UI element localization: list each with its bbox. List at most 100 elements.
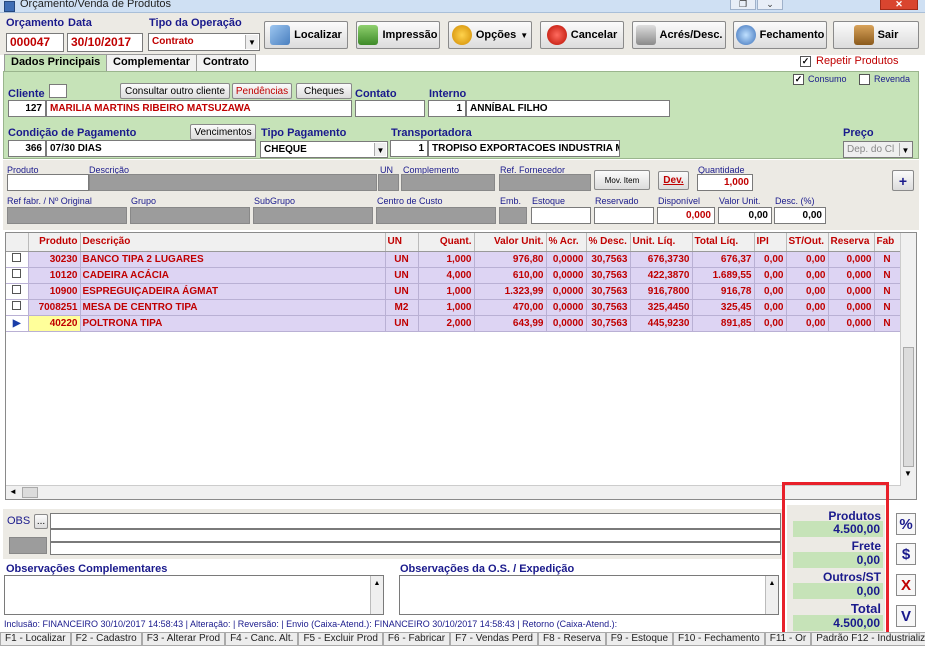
quantidade-field[interactable]: 1,000	[697, 174, 753, 191]
table-cell[interactable]: 325,4450	[630, 299, 693, 316]
table-cell[interactable]: 676,3730	[630, 251, 693, 268]
obs-line-3[interactable]	[50, 542, 781, 555]
table-cell[interactable]: 1.689,55	[692, 267, 755, 284]
tipo-pagamento-select[interactable]: CHEQUE ▼	[260, 141, 388, 158]
table-cell[interactable]: ESPREGUIÇADEIRA ÁGMAT	[80, 283, 386, 300]
table-cell[interactable]: 0,0000	[546, 299, 587, 316]
column-header[interactable]: Unit. Líq.	[630, 233, 693, 252]
textarea-scrollbar[interactable]: ▲▼	[370, 576, 383, 614]
close-icon[interactable]: ✕	[880, 0, 918, 10]
tab-dados-principais[interactable]: Dados Principais	[4, 54, 108, 72]
tab-contrato[interactable]: Contrato	[196, 54, 256, 71]
table-cell[interactable]: 0,00	[786, 283, 829, 300]
table-cell[interactable]: 976,80	[474, 251, 547, 268]
vencimentos-button[interactable]: Vencimentos	[190, 124, 256, 140]
percent-button[interactable]: %	[896, 513, 916, 535]
function-key[interactable]: F1 - Localizar	[0, 632, 71, 646]
table-cell[interactable]: 30,7563	[586, 315, 631, 332]
function-key[interactable]: F4 - Canc. Alt.	[225, 632, 299, 646]
opcoes-button[interactable]: Opções ▼	[448, 21, 532, 49]
table-cell[interactable]: UN	[385, 251, 419, 268]
table-cell[interactable]: 0,000	[828, 251, 875, 268]
desc-field[interactable]: 0,00	[774, 207, 826, 224]
produto-field[interactable]	[7, 174, 89, 191]
vertical-scrollbar[interactable]: ▼	[900, 233, 916, 499]
table-cell[interactable]: 0,00	[754, 267, 787, 284]
cheques-button[interactable]: Cheques	[296, 83, 352, 99]
localizar-button[interactable]: Localizar	[264, 21, 348, 49]
table-cell[interactable]: CADEIRA ACÁCIA	[80, 267, 386, 284]
table-cell[interactable]: 7008251	[28, 299, 81, 316]
table-cell[interactable]: 30,7563	[586, 283, 631, 300]
column-header[interactable]: ST/Out.	[786, 233, 829, 252]
column-header[interactable]: Quant.	[418, 233, 475, 252]
scroll-thumb[interactable]	[22, 487, 38, 498]
obs-line-2[interactable]	[50, 529, 781, 542]
column-header[interactable]: UN	[385, 233, 419, 252]
column-header[interactable]: Total Líq.	[692, 233, 755, 252]
table-cell[interactable]: 1.323,99	[474, 283, 547, 300]
table-cell[interactable]: UN	[385, 315, 419, 332]
current-row-indicator-icon[interactable]: ▶	[6, 315, 29, 332]
function-key[interactable]: F7 - Vendas Perd	[450, 632, 538, 646]
function-key[interactable]: Padrão F12 - Industrializado	[811, 632, 925, 646]
table-cell[interactable]: 10120	[28, 267, 81, 284]
function-key[interactable]: F2 - Cadastro	[70, 632, 142, 646]
column-header[interactable]: % Desc.	[586, 233, 631, 252]
table-cell[interactable]: 0,0000	[546, 251, 587, 268]
table-cell[interactable]: 30230	[28, 251, 81, 268]
function-key[interactable]: F9 - Estoque	[605, 632, 674, 646]
table-cell[interactable]: 470,00	[474, 299, 547, 316]
table-cell[interactable]: 0,00	[786, 251, 829, 268]
preco-select[interactable]: Dep. do Cl ▼	[843, 141, 913, 158]
data-field[interactable]: 30/10/2017	[67, 33, 143, 52]
table-cell[interactable]: 30,7563	[586, 251, 631, 268]
chevron-down-icon[interactable]: ⌄	[757, 0, 783, 10]
column-header[interactable]: Descrição	[80, 233, 386, 252]
column-header[interactable]: IPI	[754, 233, 787, 252]
table-cell[interactable]: 0,000	[828, 283, 875, 300]
revenda-checkbox[interactable]	[859, 74, 870, 85]
interno-code-field[interactable]: 1	[428, 100, 466, 117]
table-cell[interactable]: 891,85	[692, 315, 755, 332]
table-cell[interactable]: 610,00	[474, 267, 547, 284]
table-cell[interactable]: 0,00	[786, 315, 829, 332]
function-key[interactable]: F5 - Excluir Prod	[298, 632, 383, 646]
column-header[interactable]: Produto	[28, 233, 81, 252]
table-cell[interactable]: 0,0000	[546, 283, 587, 300]
function-key[interactable]: F8 - Reserva	[537, 632, 606, 646]
table-cell[interactable]: 40220	[28, 315, 81, 332]
table-row[interactable]: ▶ 40220 POLTRONA TIPA UN 2,000 643,99 0,0000 30…	[6, 315, 909, 332]
table-row[interactable]: 30230 BANCO TIPA 2 LUGARES UN 1,000 976,80 0,…	[6, 251, 909, 268]
table-cell[interactable]: 4,000	[418, 267, 475, 284]
fechamento-button[interactable]: Fechamento	[733, 21, 827, 49]
table-cell[interactable]: 0,0000	[546, 315, 587, 332]
valor-unit-field[interactable]: 0,00	[718, 207, 772, 224]
chevron-left-icon[interactable]: ◄	[9, 487, 17, 496]
outros-st-value[interactable]: 0,00	[793, 583, 883, 599]
column-header[interactable]: Fab	[874, 233, 901, 252]
table-cell[interactable]: MESA DE CENTRO TIPA	[80, 299, 386, 316]
consumo-checkbox[interactable]: ✓	[793, 74, 804, 85]
table-cell[interactable]: 30,7563	[586, 299, 631, 316]
table-cell[interactable]: N	[874, 315, 901, 332]
column-header[interactable]: % Acr.	[546, 233, 587, 252]
add-item-button[interactable]: +	[892, 170, 914, 191]
table-cell[interactable]: 643,99	[474, 315, 547, 332]
row-checkbox[interactable]	[6, 267, 29, 284]
sair-button[interactable]: Sair	[833, 21, 919, 49]
condicao-code-field[interactable]: 366	[8, 140, 46, 157]
scroll-thumb[interactable]	[903, 347, 914, 467]
table-cell[interactable]: 0,000	[828, 315, 875, 332]
table-cell[interactable]: N	[874, 299, 901, 316]
table-row[interactable]: 7008251 MESA DE CENTRO TIPA M2 1,000 470,00 0…	[6, 299, 909, 316]
function-key[interactable]: F6 - Fabricar	[382, 632, 451, 646]
dollar-button[interactable]: $	[896, 543, 916, 565]
obs-os-textarea[interactable]: ▲▼	[399, 575, 779, 615]
pendencias-button[interactable]: Pendências	[232, 83, 292, 99]
dev-button[interactable]: Dev.	[658, 171, 689, 190]
table-cell[interactable]: 0,00	[754, 315, 787, 332]
interno-name-field[interactable]: ANNÍBAL FILHO	[466, 100, 670, 117]
table-cell[interactable]: 676,37	[692, 251, 755, 268]
table-cell[interactable]: M2	[385, 299, 419, 316]
